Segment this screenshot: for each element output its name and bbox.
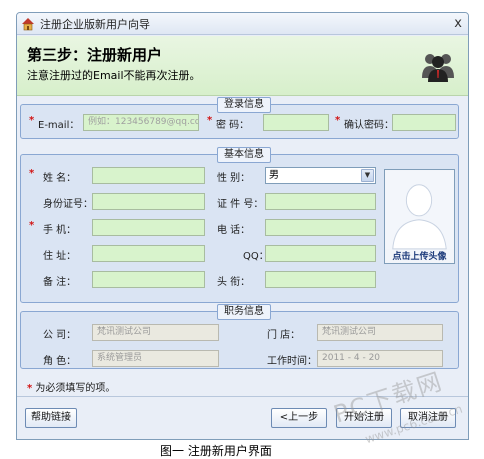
qq-input[interactable] bbox=[265, 245, 376, 262]
remark-label: 备 注： bbox=[43, 277, 77, 288]
gender-label: 性 别： bbox=[217, 173, 251, 184]
required-note: * 为必须填写的项。 bbox=[27, 379, 115, 394]
role-label: 角 色： bbox=[43, 356, 77, 367]
job-info-group: 职务信息 公 司： 梵讯测试公司 门 店： 梵讯测试公司 角 色： 系统管理员 … bbox=[20, 304, 459, 369]
basic-info-legend: 基本信息 bbox=[217, 147, 271, 163]
name-input[interactable] bbox=[92, 167, 205, 184]
job-title-input[interactable] bbox=[265, 271, 376, 288]
store-input[interactable]: 梵讯测试公司 bbox=[317, 324, 443, 341]
confirm-password-input[interactable] bbox=[392, 114, 456, 131]
required-mark: * bbox=[29, 168, 35, 179]
role-input[interactable]: 系统管理员 bbox=[92, 350, 219, 367]
required-mark: * bbox=[335, 115, 341, 126]
work-time-label: 工作时间： bbox=[267, 356, 317, 367]
login-info-group: 登录信息 * E-mail： 例如：123456789@qq.com * 密 码… bbox=[20, 97, 459, 139]
cert-number-input[interactable] bbox=[265, 193, 376, 210]
remark-input[interactable] bbox=[92, 271, 205, 288]
basic-info-group: 基本信息 * 姓 名： 性 别： 男 ▼ 身份证号： 证 件 号： * 手 机：… bbox=[20, 147, 459, 303]
previous-step-button[interactable]: <上一步 bbox=[271, 408, 327, 428]
step-banner: 第三步：注册新用户 注意注册过的Email不能再次注册。 bbox=[17, 36, 468, 96]
mobile-input[interactable] bbox=[92, 219, 205, 236]
required-mark: * bbox=[27, 383, 33, 394]
step-title: 第三步：注册新用户 bbox=[27, 46, 163, 64]
store-label: 门 店： bbox=[267, 330, 301, 341]
login-info-legend: 登录信息 bbox=[217, 97, 271, 113]
close-button[interactable]: x bbox=[454, 16, 462, 31]
window-title: 注册企业版新用户向导 bbox=[40, 17, 150, 31]
avatar-upload[interactable]: 点击上传头像 bbox=[384, 169, 455, 264]
confirm-password-label: 确认密码： bbox=[344, 120, 394, 131]
company-label: 公 司： bbox=[43, 330, 77, 341]
address-input[interactable] bbox=[92, 245, 205, 262]
help-link-button[interactable]: 帮助链接 bbox=[25, 408, 77, 428]
phone-input[interactable] bbox=[265, 219, 376, 236]
email-label: E-mail： bbox=[38, 120, 80, 131]
company-input[interactable]: 梵讯测试公司 bbox=[92, 324, 219, 341]
chevron-down-icon[interactable]: ▼ bbox=[361, 169, 374, 182]
gender-value: 男 bbox=[269, 170, 279, 181]
password-label: 密 码： bbox=[216, 120, 250, 131]
address-label: 住 址： bbox=[43, 251, 77, 262]
name-label: 姓 名： bbox=[43, 173, 77, 184]
work-time-value: 2011 - 4 - 20 bbox=[322, 353, 381, 363]
gender-select[interactable]: 男 ▼ bbox=[265, 167, 376, 184]
required-mark: * bbox=[29, 115, 35, 126]
phone-label: 电 话： bbox=[217, 225, 251, 236]
id-card-input[interactable] bbox=[92, 193, 205, 210]
required-mark: * bbox=[207, 115, 213, 126]
avatar-silhouette-icon bbox=[385, 171, 454, 250]
id-card-label: 身份证号： bbox=[43, 199, 93, 210]
job-title-label: 头 衔： bbox=[217, 277, 251, 288]
password-input[interactable] bbox=[263, 114, 329, 131]
mobile-label: 手 机： bbox=[43, 225, 77, 236]
cert-number-label: 证 件 号： bbox=[217, 199, 264, 210]
job-info-legend: 职务信息 bbox=[217, 304, 271, 320]
email-input[interactable]: 例如：123456789@qq.com bbox=[83, 114, 199, 131]
step-note: 注意注册过的Email不能再次注册。 bbox=[27, 69, 201, 82]
house-icon bbox=[22, 17, 34, 30]
required-mark: * bbox=[29, 220, 35, 231]
upload-avatar-label: 点击上传头像 bbox=[392, 252, 447, 262]
users-icon bbox=[422, 54, 454, 82]
required-note-text: 为必须填写的项。 bbox=[35, 383, 116, 394]
title-bar: 注册企业版新用户向导 x bbox=[17, 13, 468, 35]
